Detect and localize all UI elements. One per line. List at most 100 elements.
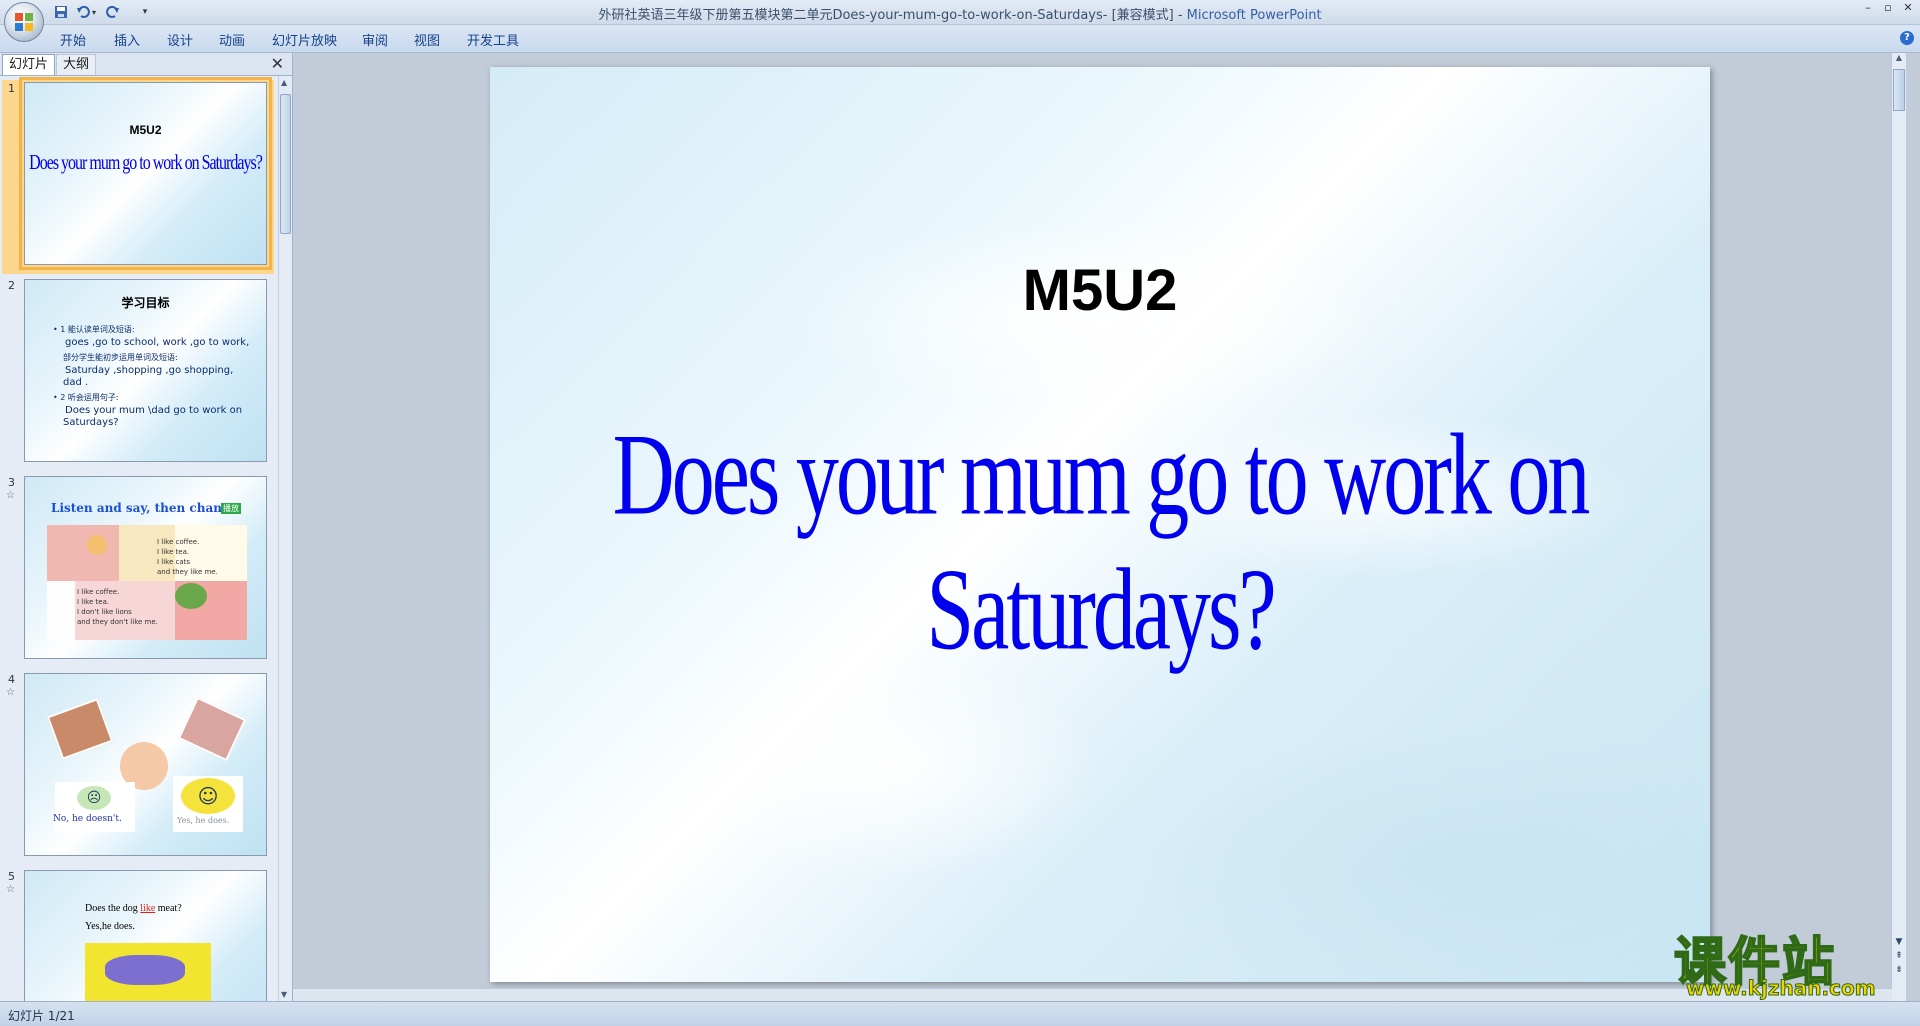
tab-animations[interactable]: 动画 (219, 30, 245, 49)
thumbnail-number: 5 (8, 870, 15, 883)
thumbnail-line: • 1 能认读单词及短语: (53, 325, 135, 334)
thumbnail-slide-3[interactable]: Listen and say, then chant. 播放 I like co… (24, 476, 267, 659)
tab-outline[interactable]: 大纲 (56, 54, 97, 75)
slide-scrollbar[interactable]: ▲ ▼ ⇞ ⇟ (1891, 53, 1906, 1001)
chant-line: and they don't like me. (77, 618, 158, 626)
cartoon-image (47, 525, 119, 581)
sad-face-icon: ☹ (77, 786, 111, 810)
question-text: meat? (155, 903, 182, 914)
minimize-button[interactable]: – (1858, 0, 1878, 16)
thumbnail-slide-2[interactable]: 学习目标 • 1 能认读单词及短语: goes ,go to school, w… (24, 279, 267, 462)
thumbnail-number: 3 (8, 476, 15, 489)
help-icon[interactable]: ? (1900, 31, 1914, 45)
chant-line: I like tea. (157, 548, 190, 556)
question-text: Does the dog (85, 903, 141, 914)
thumbnail-code: M5U2 (129, 123, 162, 137)
question-highlight: like (140, 903, 156, 914)
thumbnail-line: Saturday ,shopping ,go shopping, (65, 365, 234, 376)
notes-divider (293, 988, 1892, 1001)
tab-developer[interactable]: 开发工具 (467, 30, 519, 49)
food-image (46, 698, 114, 760)
thumbnail-image: I like coffee. I like tea. I like cats a… (47, 525, 247, 640)
thumbnail-line: Does your mum \dad go to work on (65, 405, 243, 416)
dog-shape (105, 955, 185, 985)
slides-panel: 幻灯片 大纲 ✕ 1 M5U2 Does your mum go to work… (0, 53, 293, 1001)
thumbnail-line: Saturdays? (63, 417, 119, 428)
scroll-down-icon[interactable]: ▼ (281, 990, 287, 999)
thumbnail-number: 1 (8, 82, 15, 95)
slide-code-text[interactable]: M5U2 (490, 257, 1710, 324)
tab-view[interactable]: 视图 (414, 30, 440, 49)
panel-tabs: 幻灯片 大纲 ✕ (0, 53, 292, 76)
status-bar: 幻灯片 1/21 (0, 1001, 1920, 1026)
slide-canvas[interactable]: M5U2 Does your mum go to work on Saturda… (490, 67, 1710, 982)
slide-editor: M5U2 Does your mum go to work on Saturda… (293, 53, 1906, 1001)
tab-slideshow[interactable]: 幻灯片放映 (272, 30, 337, 49)
chant-line: I don't like lions (77, 608, 132, 616)
tab-insert[interactable]: 插入 (114, 30, 140, 49)
thumbnail-slide-4[interactable]: ☹ ☺ No, he doesn't. Yes, he does. (24, 673, 267, 856)
chant-line: I like tea. (77, 598, 110, 606)
thumbnail-line: • 2 听会运用句子: (53, 393, 119, 402)
scroll-thumb[interactable] (280, 94, 291, 234)
watermark-url: www.kjzhan.com (1686, 976, 1877, 1001)
chant-line: I like coffee. (77, 588, 120, 596)
thumbnail-heading: Listen and say, then chant. (51, 501, 232, 515)
thumbnail-line: 部分学生能初步运用单词及短语: (63, 353, 178, 362)
thumbnail-answer: Yes,he does. (85, 921, 135, 932)
office-logo-icon (15, 13, 33, 31)
restore-button[interactable]: ▫ (1878, 0, 1898, 16)
panel-close-icon[interactable]: ✕ (271, 54, 284, 73)
thumbnail-item[interactable]: 4 ☆ ☹ ☺ No, he doesn't. Yes, he does. (0, 667, 278, 859)
thumbnail-item[interactable]: 3 ☆ Listen and say, then chant. 播放 I lik… (0, 470, 278, 662)
chant-line: I like cats (157, 558, 191, 566)
thumbnail-list: 1 M5U2 Does your mum go to work on Satur… (0, 76, 278, 1001)
tab-design[interactable]: 设计 (167, 30, 193, 49)
thumbnail-question: Does the dog like meat? (85, 903, 182, 914)
thumbnail-scrollbar[interactable]: ▲ ▼ (278, 76, 292, 1001)
close-button[interactable]: ✕ (1898, 0, 1918, 16)
scroll-up-icon[interactable]: ▲ (281, 78, 287, 87)
scroll-thumb[interactable] (1893, 69, 1905, 111)
thumbnail-slide-1[interactable]: M5U2 Does your mum go to work on Saturda… (19, 77, 272, 270)
office-button[interactable] (4, 2, 44, 42)
window-title: 外研社英语三年级下册第五模块第二单元Does-your-mum-go-to-wo… (0, 4, 1920, 23)
dog-image (85, 943, 211, 1001)
slide-counter: 幻灯片 1/21 (8, 1009, 75, 1023)
animation-star-icon: ☆ (6, 687, 15, 698)
tab-home[interactable]: 开始 (60, 30, 86, 49)
slide-title-text[interactable]: Does your mum go to work on Saturdays? (490, 407, 1710, 677)
tab-review[interactable]: 审阅 (362, 30, 388, 49)
play-badge[interactable]: 播放 (221, 503, 241, 514)
tree-icon (175, 583, 207, 609)
thumbnail-item[interactable]: 5 ☆ Does the dog like meat? Yes,he does. (0, 864, 278, 1001)
thumbnail-line: dad . (63, 377, 89, 388)
chant-line: I like coffee. (157, 538, 200, 546)
animation-star-icon: ☆ (6, 884, 15, 895)
chant-lines-b: I like coffee. I like tea. I don't like … (77, 587, 158, 627)
sad-face-card: ☹ (55, 782, 135, 832)
tab-slides[interactable]: 幻灯片 (2, 54, 56, 75)
chant-line: and they like me. (157, 568, 218, 576)
thumbnail-number: 4 (8, 673, 15, 686)
title-bar: ▾ ▾ 外研社英语三年级下册第五模块第二单元Does-your-mum-go-t… (0, 0, 1920, 42)
thumbnail-number: 2 (8, 279, 15, 292)
document-title: 外研社英语三年级下册第五模块第二单元Does-your-mum-go-to-wo… (598, 8, 1187, 23)
chant-lines-a: I like coffee. I like tea. I like cats a… (157, 537, 218, 577)
cartoon-face (87, 535, 107, 555)
thumbnail-line: goes ,go to school, work ,go to work, (65, 337, 250, 348)
thumbnail-title: Does your mum go to work on Saturdays? (29, 152, 263, 175)
thumbnail-item[interactable]: 1 M5U2 Does your mum go to work on Satur… (0, 76, 278, 274)
animation-star-icon: ☆ (6, 490, 15, 501)
ribbon-tabs: 开始 插入 设计 动画 幻灯片放映 审阅 视图 开发工具 ? (0, 25, 1920, 53)
thumbnail-slide-5[interactable]: Does the dog like meat? Yes,he does. (24, 870, 267, 1001)
thumbnail-item[interactable]: 2 学习目标 • 1 能认读单词及短语: goes ,go to school,… (0, 273, 278, 465)
thumbnail-answer-no: No, he doesn't. (53, 814, 122, 824)
app-name: Microsoft PowerPoint (1186, 8, 1322, 23)
thumbnail-heading: 学习目标 (121, 296, 170, 310)
happy-face-icon: ☺ (181, 778, 235, 814)
cartoon-image (47, 581, 75, 640)
scroll-up-icon[interactable]: ▲ (1892, 53, 1906, 67)
thumbnail-answer-yes: Yes, he does. (177, 816, 230, 825)
food-image (177, 696, 247, 762)
